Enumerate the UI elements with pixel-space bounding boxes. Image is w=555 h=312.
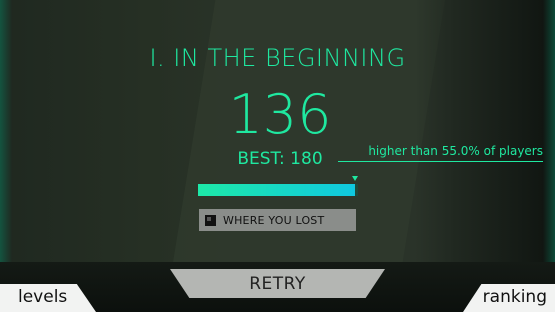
triangle-down-icon (351, 176, 358, 181)
retry-button[interactable]: RETRY (170, 269, 385, 298)
progress-fill (198, 184, 355, 196)
ranking-label: ranking (482, 287, 547, 307)
retry-label: RETRY (249, 273, 306, 294)
where-you-lost-button[interactable]: WHERE YOU LOST (199, 209, 356, 231)
progress-bar (198, 176, 358, 196)
game-over-screen: I. IN THE BEGINNING 136 BEST: 180 higher… (0, 0, 555, 312)
map-square-icon (205, 214, 216, 226)
score-value: 136 (228, 83, 332, 146)
percentile-text: higher than 55.0% of players (338, 144, 543, 162)
best-score: BEST: 180 (237, 149, 323, 169)
level-title: I. IN THE BEGINNING (149, 44, 406, 72)
where-you-lost-label: WHERE YOU LOST (223, 213, 325, 227)
levels-label: levels (18, 287, 68, 307)
